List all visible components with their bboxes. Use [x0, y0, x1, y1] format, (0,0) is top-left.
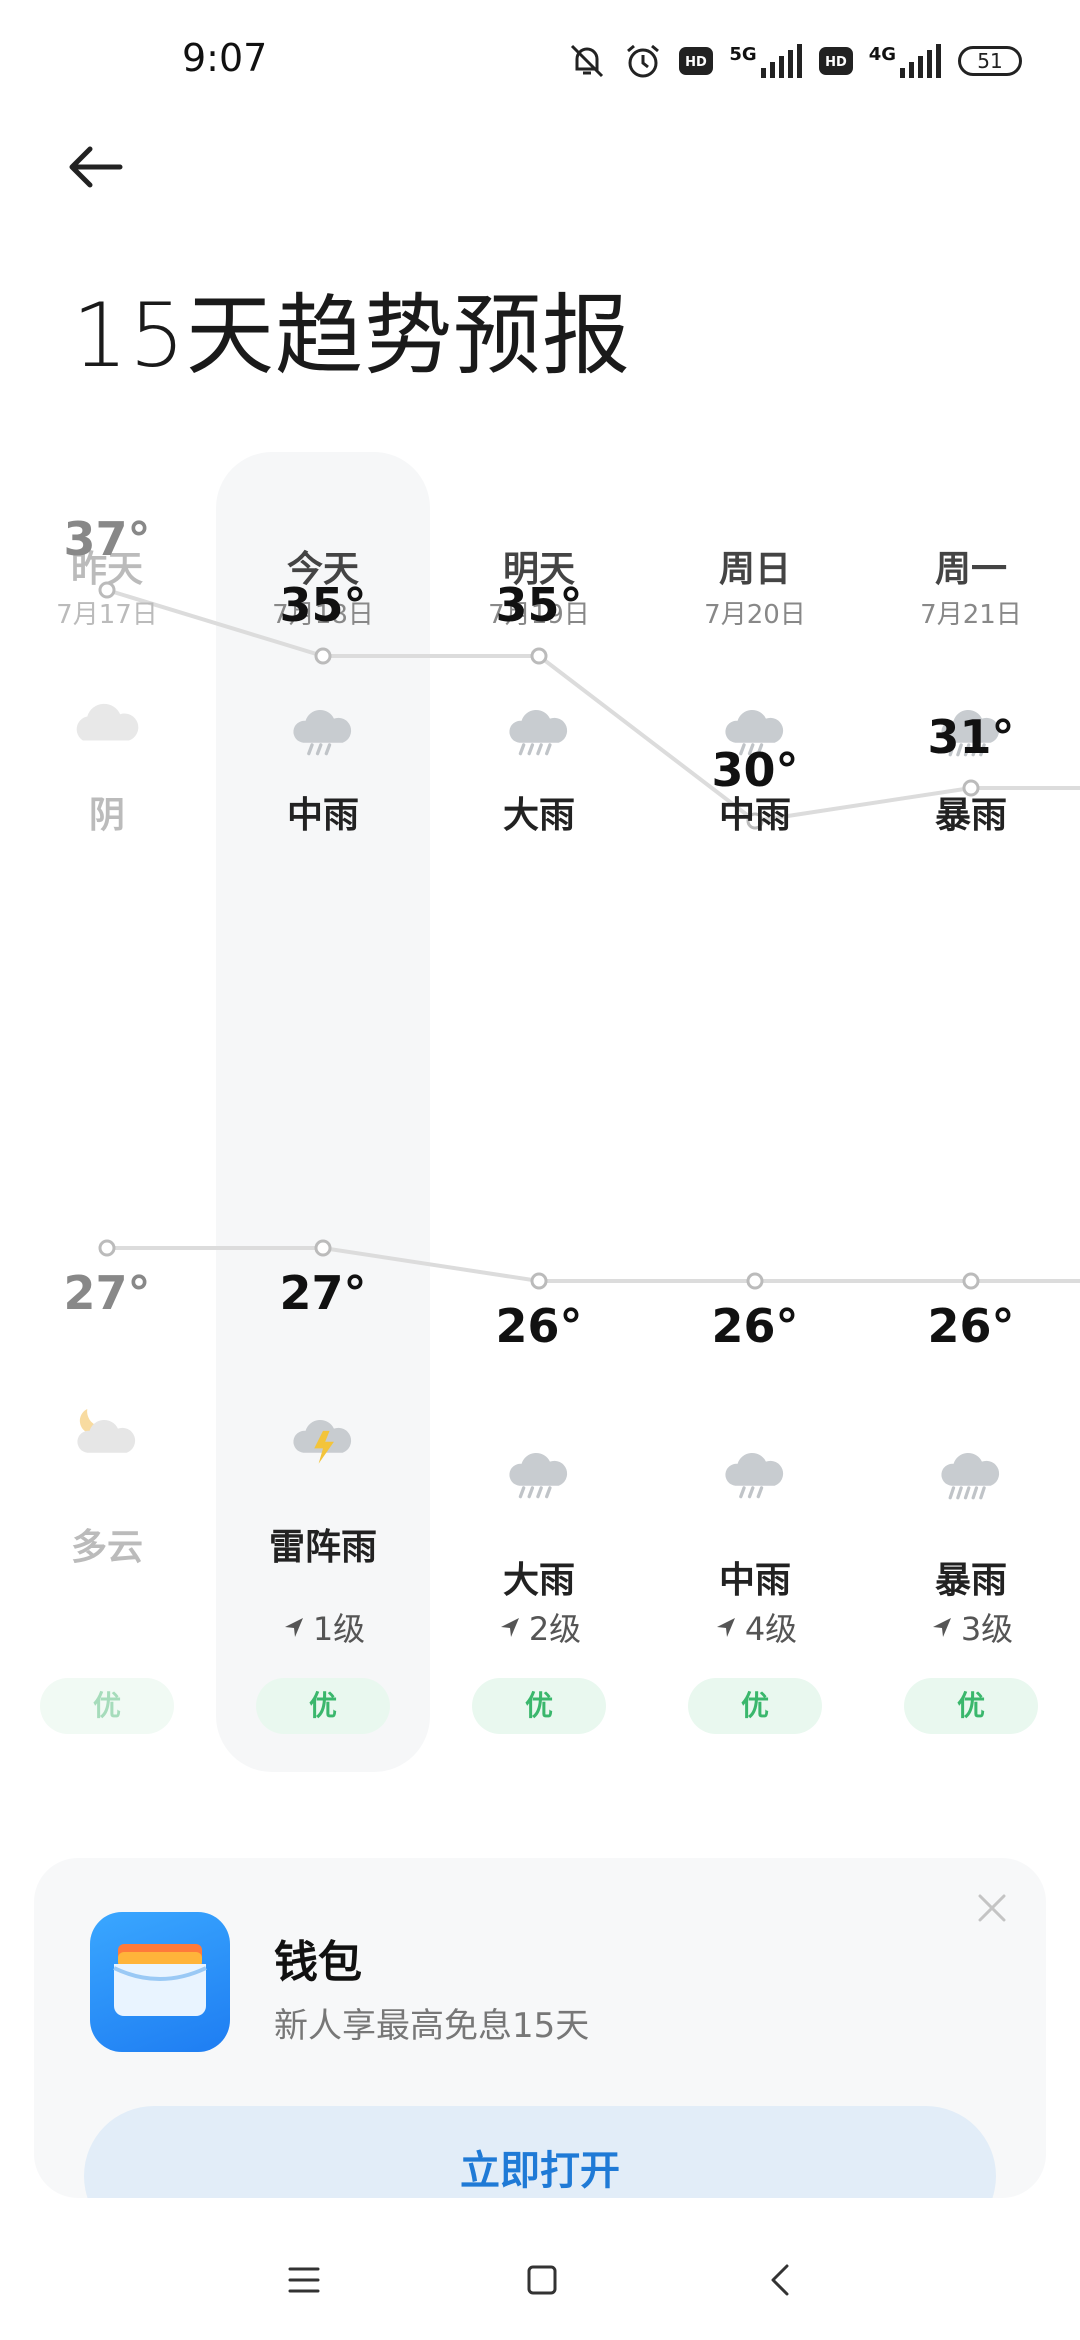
wind-label: 1级	[312, 1610, 366, 1648]
wallet-app-icon	[90, 1912, 230, 2052]
low-temp-point	[530, 1272, 548, 1290]
day-date: 7月17日	[56, 600, 158, 630]
night-condition: 暴雨	[934, 1560, 1007, 1601]
aqi-badge: 优	[688, 1678, 822, 1734]
aqi-badge: 优	[904, 1678, 1038, 1734]
high-temp-label: 37°	[63, 512, 151, 566]
wallet-icon	[113, 1944, 207, 2016]
low-temp-point	[746, 1272, 764, 1290]
close-icon	[978, 1894, 1006, 1922]
heavy-rain-icon	[431, 1431, 647, 1511]
wind-direction-icon	[500, 1618, 519, 1637]
high-temp-label: 35°	[495, 578, 583, 632]
high-temp-label: 30°	[711, 743, 799, 797]
wind-level: 3级	[863, 1604, 1079, 1650]
ad-title: 钱包	[274, 1937, 362, 1988]
day-name: 周一	[934, 549, 1007, 590]
nav-menu-button[interactable]	[274, 2250, 334, 2310]
ad-card[interactable]: 钱包 新人享最高免息15天 立即打开	[34, 1858, 1046, 2198]
day-date: 7月21日	[920, 600, 1022, 630]
heavy-rain-icon	[431, 688, 647, 768]
nav-back-button[interactable]	[750, 2250, 810, 2310]
chevron-left-icon	[771, 2264, 789, 2296]
aqi-badge: 优	[40, 1678, 174, 1734]
low-temp-label: 26°	[495, 1299, 583, 1353]
day-date: 7月20日	[704, 600, 806, 630]
day-condition: 中雨	[286, 795, 359, 836]
high-temp-point	[314, 647, 332, 665]
day-name: 周日	[718, 549, 791, 590]
wind-direction-icon	[284, 1618, 303, 1637]
day-condition: 大雨	[502, 795, 575, 836]
low-temp-point	[98, 1239, 116, 1257]
high-temp-point	[530, 647, 548, 665]
wind-direction-icon	[932, 1618, 951, 1637]
day-condition: 阴	[88, 795, 125, 836]
navigation-bar	[0, 2210, 1080, 2340]
low-temp-label: 27°	[279, 1266, 367, 1320]
home-square-icon	[527, 2265, 557, 2295]
low-temp-label: 26°	[711, 1299, 799, 1353]
night-condition: 大雨	[502, 1560, 575, 1601]
aqi-badge: 优	[256, 1678, 390, 1734]
menu-icon	[288, 2267, 320, 2293]
wind-label: 2级	[528, 1610, 582, 1648]
night-condition: 多云	[70, 1527, 143, 1568]
wind-level: 2级	[431, 1604, 647, 1650]
high-temp-label: 35°	[279, 578, 367, 632]
wind-direction-icon	[716, 1618, 735, 1637]
thunderstorm-icon	[215, 1398, 431, 1478]
ad-close-button[interactable]	[972, 1888, 1012, 1928]
night-condition: 雷阵雨	[268, 1527, 377, 1568]
low-temp-line	[107, 1246, 1080, 1283]
nav-home-button[interactable]	[512, 2250, 572, 2310]
cloudy-icon	[0, 688, 215, 768]
rainstorm-icon	[863, 1431, 1079, 1511]
day-condition: 暴雨	[934, 795, 1007, 836]
aqi-badge: 优	[472, 1678, 606, 1734]
moderate-rain-icon	[215, 688, 431, 768]
low-temp-point	[314, 1239, 332, 1257]
night-condition: 中雨	[718, 1560, 791, 1601]
high-temp-label: 31°	[927, 710, 1015, 764]
partly-cloudy-night-icon	[0, 1398, 215, 1478]
ad-subtitle: 新人享最高免息15天	[274, 2006, 590, 2046]
wind-label: 4级	[744, 1610, 798, 1648]
low-temp-label: 26°	[927, 1299, 1015, 1353]
wind-level: 1级	[215, 1604, 431, 1650]
wind-level: 4级	[647, 1604, 863, 1650]
low-temp-label: 27°	[63, 1266, 151, 1320]
wind-label: 3级	[960, 1610, 1014, 1648]
ad-open-button[interactable]: 立即打开	[84, 2106, 996, 2198]
low-temp-point	[962, 1272, 980, 1290]
moderate-rain-icon	[647, 1431, 863, 1511]
